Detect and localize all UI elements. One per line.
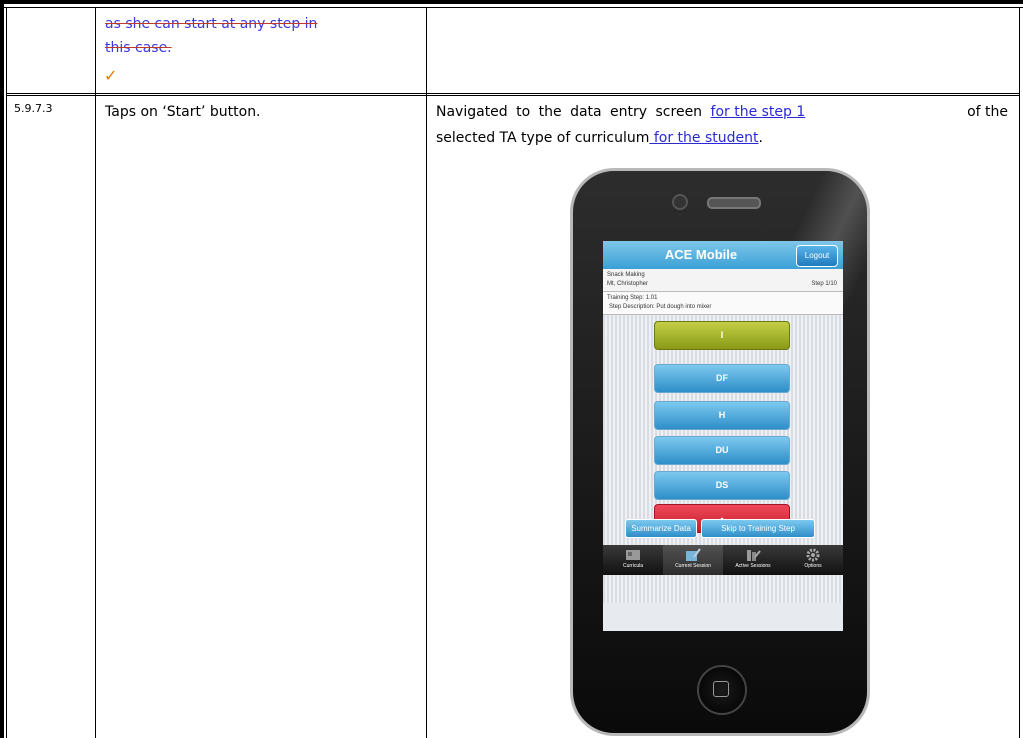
- training-step: Training Step: 1.01: [607, 295, 658, 301]
- tab-label-options: Options: [804, 563, 822, 569]
- tab-bar: Curricula Current Session Active Session…: [603, 545, 843, 575]
- home-square-icon: [713, 681, 729, 697]
- row-separator: [6, 93, 1020, 94]
- struck-text-line1: as she can start at any step in: [105, 16, 318, 32]
- code-button-du[interactable]: DU: [654, 436, 790, 465]
- result-end: .: [758, 130, 763, 146]
- step-counter: Step 1/10: [811, 281, 837, 287]
- curricula-icon: [626, 550, 640, 560]
- link-for-student[interactable]: for the student: [649, 130, 759, 146]
- result-line1: Navigated to the data entry screen for t…: [436, 100, 1008, 124]
- logout-button[interactable]: Logout: [796, 245, 838, 267]
- skip-to-training-step-button[interactable]: Skip to Training Step: [701, 519, 815, 538]
- app-screen: ACE Mobile Logout Snack Making Mt, Chris…: [603, 241, 843, 631]
- student-name: Mt, Christopher: [607, 281, 649, 287]
- phone-screenshot: ACE Mobile Logout Snack Making Mt, Chris…: [570, 168, 870, 736]
- row-separator-2: [6, 95, 1020, 96]
- tab-label-curricula: Curricula: [622, 563, 643, 569]
- code-button-df[interactable]: DF: [654, 364, 790, 393]
- tab-options[interactable]: Options: [783, 545, 843, 575]
- active-sessions-icon: [747, 550, 761, 561]
- step-description: Step Description: Put dough into mixer: [609, 304, 712, 310]
- tab-curricula[interactable]: Curricula: [603, 545, 663, 575]
- link-step-1[interactable]: for the step 1: [711, 104, 806, 120]
- speaker-grille: [707, 197, 761, 209]
- app-header: ACE Mobile Logout: [603, 241, 843, 269]
- struck-text-line2: this case.: [105, 40, 172, 56]
- tab-label-current-session: Current Session: [675, 563, 711, 569]
- checkmark-icon: ✓: [104, 68, 118, 85]
- result-part2: of the: [967, 104, 1008, 120]
- table-right-border: [1019, 7, 1020, 738]
- app-title: ACE Mobile: [664, 247, 738, 262]
- col-divider-2: [426, 7, 427, 738]
- result-part3: selected TA type of curriculum: [436, 130, 650, 146]
- action-text: Taps on ‘Start’ button.: [105, 104, 261, 120]
- summarize-data-button[interactable]: Summarize Data: [625, 519, 697, 538]
- col-divider-1: [95, 7, 96, 738]
- tab-current-session[interactable]: Current Session: [663, 545, 723, 575]
- top-border-thick: [0, 0, 1023, 4]
- step-info: Training Step: 1.01 Step Description: Pu…: [603, 292, 843, 315]
- current-session-icon: [686, 548, 701, 561]
- curriculum-name: Snack Making: [607, 272, 645, 278]
- tab-active-sessions[interactable]: Active Sessions: [723, 545, 783, 575]
- result-part1: Navigated to the data entry screen: [436, 104, 711, 120]
- table-left-border: [0, 0, 4, 738]
- code-button-i[interactable]: I: [654, 321, 790, 350]
- tab-label-active-sessions: Active Sessions: [735, 563, 771, 569]
- gear-icon: [806, 548, 820, 562]
- code-button-ds[interactable]: DS: [654, 471, 790, 500]
- top-border-thin: [0, 7, 1023, 8]
- table-left-inner-border: [6, 7, 7, 738]
- result-line2: selected TA type of curriculum for the s…: [436, 126, 763, 150]
- home-button: [697, 665, 747, 715]
- session-info: Snack Making Mt, Christopher Step 1/10: [603, 269, 843, 292]
- camera-icon: [672, 194, 688, 210]
- step-id: 5.9.7.3: [14, 102, 53, 115]
- code-button-h[interactable]: H: [654, 401, 790, 430]
